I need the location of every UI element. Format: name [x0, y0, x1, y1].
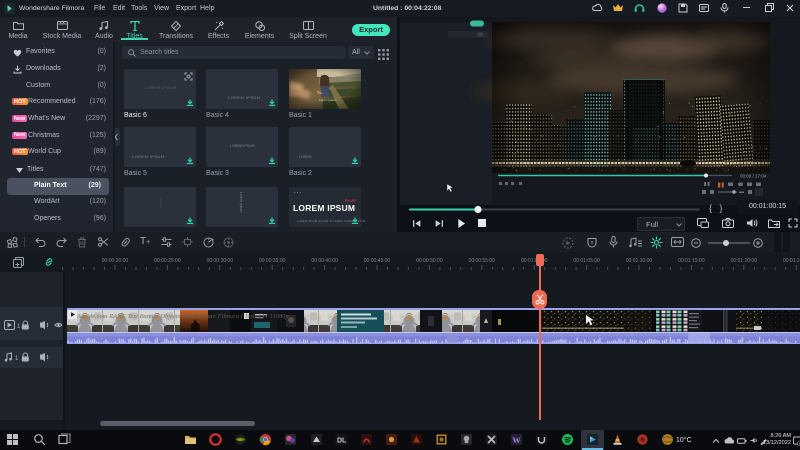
svg-text:00:00:55:00: 00:00:55:00: [469, 258, 496, 264]
svg-text:Ancide.com RANK Text Banner Ob: Ancide.com RANK Text Banner Objects Wond…: [76, 313, 289, 320]
svg-text:00:00:40:00: 00:00:40:00: [311, 258, 338, 264]
svg-text:00:00:50:00: 00:00:50:00: [416, 258, 443, 264]
svg-text:00:00:45:00: 00:00:45:00: [364, 258, 391, 264]
svg-text:00:01:10:00: 00:01:10:00: [626, 258, 653, 264]
svg-text:W: W: [512, 435, 521, 445]
svg-text:00:00 / 17:04: 00:00 / 17:04: [740, 174, 767, 179]
svg-text:DL: DL: [337, 438, 347, 445]
svg-text:00:00:25:00: 00:00:25:00: [154, 258, 181, 264]
svg-text:00:01:15:00: 00:01:15:00: [678, 258, 705, 264]
svg-text:00:01:00:00: 00:01:00:00: [521, 258, 548, 264]
svg-text:1: 1: [15, 356, 19, 362]
svg-text:00:01:25:00: 00:01:25:00: [783, 258, 800, 264]
svg-text:00:00:20:00: 00:00:20:00: [102, 258, 129, 264]
svg-text:00:00:35:00: 00:00:35:00: [259, 258, 286, 264]
svg-text:1: 1: [17, 324, 21, 330]
svg-text:00:01:05:00: 00:01:05:00: [573, 258, 600, 264]
svg-text:00:00:30:00: 00:00:30:00: [207, 258, 234, 264]
svg-text:00:01:20:00: 00:01:20:00: [731, 258, 758, 264]
